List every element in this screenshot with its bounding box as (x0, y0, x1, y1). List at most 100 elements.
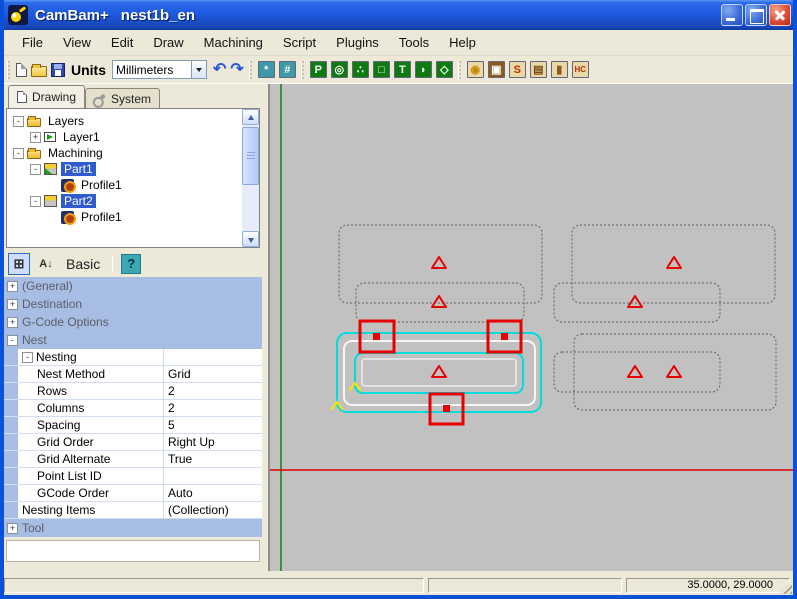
units-combobox[interactable]: Millimeters (112, 60, 207, 79)
menu-machining[interactable]: Machining (194, 32, 273, 54)
property-row-columns[interactable]: Columns2 (4, 400, 262, 417)
mach-lathe-button[interactable]: ▤ (528, 60, 549, 79)
category-expand-toggle[interactable]: - (7, 335, 18, 346)
mach-drill-button[interactable]: ◉ (465, 60, 486, 79)
property-row-rows[interactable]: Rows2 (4, 383, 262, 400)
toolbar-grip-handle[interactable] (301, 61, 304, 79)
scroll-down-button[interactable] (242, 231, 259, 247)
new-file-icon (16, 63, 27, 77)
property-value-cell[interactable]: Grid (164, 366, 262, 382)
tree-item-profile1[interactable]: Profile1 (9, 177, 241, 193)
draw-polyline-button[interactable]: P (308, 60, 329, 79)
group-expand-toggle[interactable]: - (22, 352, 33, 363)
property-category-destination[interactable]: +Destination (4, 295, 262, 313)
minimize-button[interactable] (721, 4, 743, 26)
close-button[interactable] (769, 4, 791, 26)
draw-text-button[interactable]: T (392, 60, 413, 79)
property-name-cell: -Nesting (18, 349, 164, 365)
category-expand-toggle[interactable]: + (7, 299, 18, 310)
menu-help[interactable]: Help (439, 32, 486, 54)
undo-button[interactable]: ↶ (211, 61, 228, 79)
tab-drawing[interactable]: Drawing (8, 85, 85, 108)
new-file-button[interactable] (14, 62, 29, 78)
scroll-up-button[interactable] (242, 109, 259, 125)
menu-plugins[interactable]: Plugins (326, 32, 389, 54)
category-expand-toggle[interactable]: + (7, 317, 18, 328)
toolbar-grip-handle[interactable] (7, 61, 10, 79)
tree-item-layers[interactable]: -Layers (9, 113, 241, 129)
save-button[interactable] (49, 62, 67, 78)
menu-file[interactable]: File (12, 32, 53, 54)
property-value-cell[interactable]: 5 (164, 417, 262, 433)
tree-expand-toggle[interactable]: - (30, 196, 41, 207)
property-row-point-list-id[interactable]: Point List ID (4, 468, 262, 485)
draw-circle-button[interactable]: ◎ (329, 60, 350, 79)
menu-view[interactable]: View (53, 32, 101, 54)
property-category-nest[interactable]: -Nest (4, 331, 262, 349)
property-description-pane (6, 540, 260, 562)
tree-item-profile1[interactable]: Profile1 (9, 209, 241, 225)
property-row-nesting-items[interactable]: Nesting Items (Collection) (4, 502, 262, 519)
property-row-nesting[interactable]: -Nesting (4, 349, 262, 366)
property-row-grid-order[interactable]: Grid OrderRight Up (4, 434, 262, 451)
property-value-cell[interactable]: Right Up (164, 434, 262, 450)
property-value-cell[interactable]: (Collection) (164, 502, 262, 518)
property-value-cell[interactable] (164, 468, 262, 484)
snap-to-point-button[interactable]: * (256, 60, 277, 79)
alphabetical-sort-button[interactable]: A↓ (35, 253, 57, 275)
category-expand-toggle[interactable]: + (7, 523, 18, 534)
tree-item-part2[interactable]: -Part2 (9, 193, 241, 209)
menu-edit[interactable]: Edit (101, 32, 143, 54)
tree-item-part1[interactable]: -Part1 (9, 161, 241, 177)
property-name: Nesting Items (22, 503, 95, 517)
file-toolbar: UnitsMillimeters↶↷ (4, 57, 246, 83)
property-category-tool[interactable]: + Tool (4, 519, 262, 537)
menu-draw[interactable]: Draw (143, 32, 193, 54)
open-file-button[interactable] (29, 62, 49, 78)
draw-surface-button[interactable]: ◇ (434, 60, 455, 79)
draw-rectangle-button[interactable]: □ (371, 60, 392, 79)
property-value-cell[interactable] (164, 349, 262, 365)
draw-points-button[interactable]: ∴ (350, 60, 371, 79)
property-row-spacing[interactable]: Spacing5 (4, 417, 262, 434)
tree-expand-toggle[interactable]: + (30, 132, 41, 143)
menu-script[interactable]: Script (273, 32, 326, 54)
property-category-gcodeoptions[interactable]: +G-Code Options (4, 313, 262, 331)
redo-button[interactable]: ↷ (228, 61, 245, 79)
drawing-canvas[interactable] (268, 84, 793, 571)
tree-expand-toggle[interactable]: - (13, 148, 24, 159)
tree-item-machining[interactable]: -Machining (9, 145, 241, 161)
tree-expand-toggle[interactable]: - (30, 164, 41, 175)
tree-expand-toggle[interactable]: - (13, 116, 24, 127)
categorized-view-button[interactable]: ⊞ (8, 253, 30, 275)
maximize-button[interactable] (745, 4, 767, 26)
mach-engrave-button[interactable]: S (507, 60, 528, 79)
property-row-gcode-order[interactable]: GCode OrderAuto (4, 485, 262, 502)
drawing-tree: -Layers+Layer1-Machining-Part1Profile1-P… (6, 108, 260, 248)
property-value-cell[interactable]: True (164, 451, 262, 467)
help-button[interactable]: ? (121, 254, 141, 274)
property-row-grid-alternate[interactable]: Grid AlternateTrue (4, 451, 262, 468)
toolbar-grip-handle[interactable] (249, 61, 252, 79)
menu-tools[interactable]: Tools (389, 32, 439, 54)
category-expand-toggle[interactable]: + (7, 281, 18, 292)
property-row-nest-method[interactable]: Nest MethodGrid (4, 366, 262, 383)
mach-gcode-button[interactable]: HC (570, 60, 591, 79)
scroll-thumb[interactable] (242, 127, 259, 185)
units-dropdown-button[interactable] (192, 60, 207, 79)
snap-to-grid-button[interactable]: # (277, 60, 298, 79)
open-file-icon (31, 66, 47, 77)
tree-item-layer1[interactable]: +Layer1 (9, 129, 241, 145)
property-value-cell[interactable]: 2 (164, 383, 262, 399)
property-value-cell[interactable]: Auto (164, 485, 262, 501)
draw-arc-button[interactable]: ◗ (413, 60, 434, 79)
property-category-general[interactable]: +(General) (4, 277, 262, 295)
tab-system[interactable]: System (85, 88, 160, 108)
property-value: Grid (168, 367, 191, 381)
toolbar-grip-handle[interactable] (458, 61, 461, 79)
mach-profile-button[interactable]: ▮ (549, 60, 570, 79)
tree-scrollbar[interactable] (242, 109, 259, 247)
property-value-cell[interactable]: 2 (164, 400, 262, 416)
mach-pocket-button[interactable]: ▣ (486, 60, 507, 79)
category-label: Tool (22, 521, 44, 535)
